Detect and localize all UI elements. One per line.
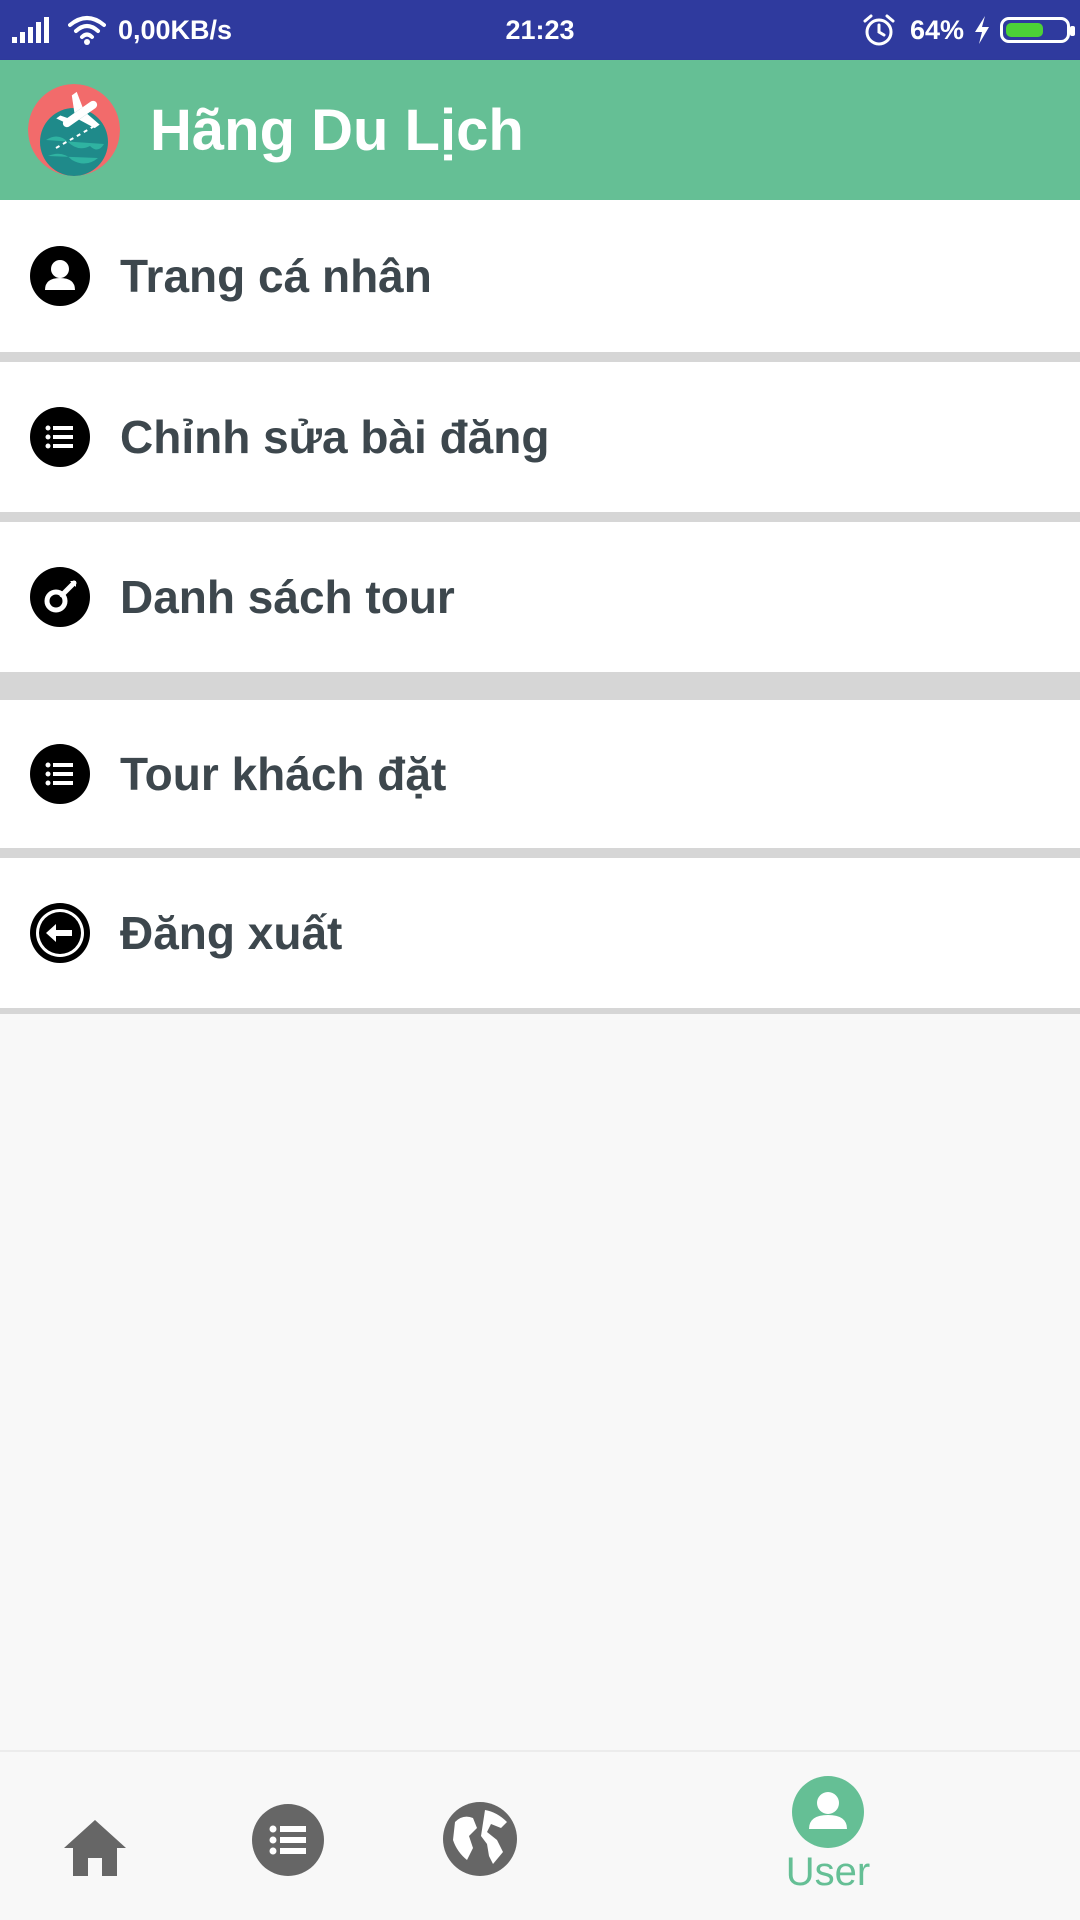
nav-globe[interactable] — [441, 1800, 519, 1878]
person-icon — [30, 246, 90, 306]
menu-item-profile[interactable]: Trang cá nhân — [0, 200, 1080, 352]
menu-item-edit-posts[interactable]: Chỉnh sửa bài đăng — [0, 362, 1080, 512]
globe-icon — [443, 1802, 517, 1876]
menu-item-logout[interactable]: Đăng xuất — [0, 858, 1080, 1008]
status-bar: 0,00KB/s 21:23 64% — [0, 0, 1080, 60]
alarm-icon — [863, 14, 895, 46]
battery-icon — [1000, 17, 1075, 43]
menu-item-label: Danh sách tour — [120, 571, 455, 623]
list-icon — [30, 744, 90, 804]
app-bar: Hãng Du Lịch — [0, 60, 1080, 200]
separator — [0, 512, 1080, 522]
menu-item-tour-list[interactable]: Danh sách tour — [0, 522, 1080, 672]
separator — [0, 352, 1080, 362]
nav-user[interactable]: User — [760, 1772, 896, 1920]
status-right: 64% — [862, 0, 1075, 60]
battery-fill — [1006, 23, 1044, 37]
charging-icon — [975, 16, 989, 44]
user-icon — [792, 1776, 864, 1848]
menu-item-booked-tours[interactable]: Tour khách đặt — [0, 700, 1080, 848]
battery-percent: 64% — [909, 14, 964, 45]
separator — [0, 672, 1080, 700]
compass-icon — [30, 567, 90, 627]
separator — [0, 848, 1080, 858]
separator — [0, 1008, 1080, 1014]
nav-user-label: User — [785, 1850, 871, 1894]
home-icon — [64, 1820, 126, 1876]
app-title: Hãng Du Lịch — [150, 97, 524, 163]
menu-item-label: Tour khách đặt — [120, 748, 447, 800]
nav-list[interactable] — [250, 1802, 326, 1878]
menu-item-label: Chỉnh sửa bài đăng — [120, 411, 550, 463]
app-logo — [28, 84, 120, 176]
nav-home[interactable] — [54, 1808, 136, 1890]
logout-icon — [30, 903, 90, 963]
list-icon — [252, 1804, 324, 1876]
menu-item-label: Đăng xuất — [120, 907, 343, 959]
menu-item-label: Trang cá nhân — [120, 250, 432, 302]
list-icon — [30, 407, 90, 467]
bottom-nav: User — [0, 1750, 1080, 1920]
